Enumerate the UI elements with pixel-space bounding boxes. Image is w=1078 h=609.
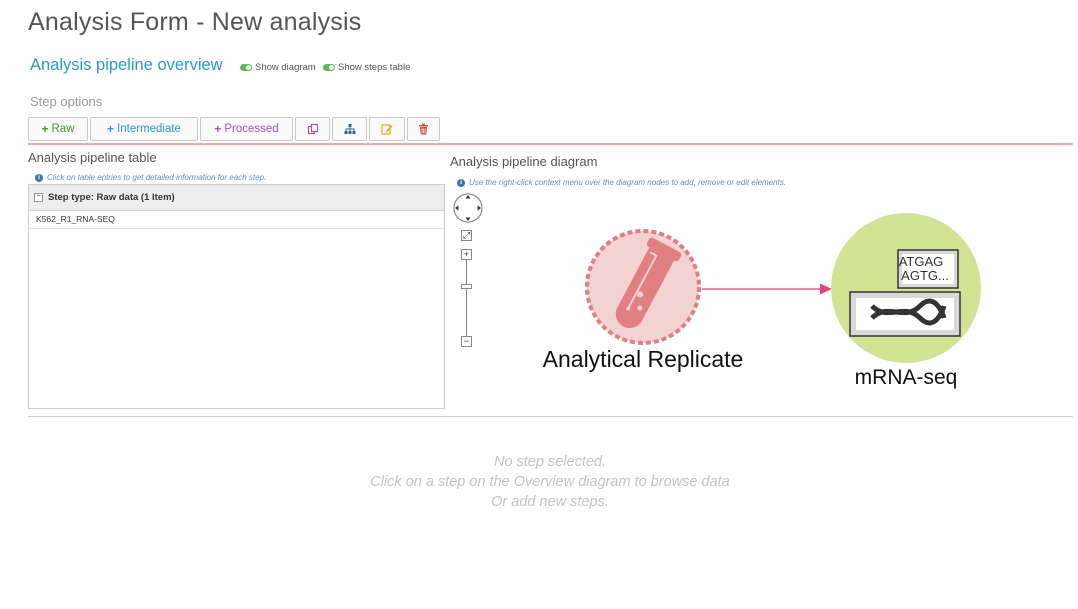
add-raw-button[interactable]: + Raw xyxy=(28,117,88,141)
empty-state-line-3: Or add new steps. xyxy=(491,494,609,510)
empty-state-line-2: Click on a step on the Overview diagram … xyxy=(370,474,730,490)
info-icon: i xyxy=(457,178,465,187)
zoom-out-button[interactable]: − xyxy=(461,336,472,347)
step-options-label: Step options xyxy=(30,94,103,109)
collapse-icon[interactable]: − xyxy=(34,193,43,202)
row-name: K562_R1_RNA-SEQ xyxy=(36,214,115,224)
edit-step-button[interactable] xyxy=(369,117,405,141)
copy-step-button[interactable] xyxy=(295,117,330,141)
show-steps-table-label: Show steps table xyxy=(338,62,411,73)
node-label-analytical-replicate: Analytical Replicate xyxy=(543,346,744,372)
table-row[interactable]: K562_R1_RNA-SEQ xyxy=(29,210,444,229)
sequence-text-2: AGTG... xyxy=(901,268,949,283)
section-divider xyxy=(28,143,1073,145)
add-intermediate-label: Intermediate xyxy=(117,123,181,135)
diagram-hint: i Use the right-click context menu over … xyxy=(457,178,786,187)
tree-view-button[interactable] xyxy=(332,117,367,141)
fit-view-icon[interactable]: ⤢ xyxy=(461,230,472,241)
delete-step-button[interactable] xyxy=(407,117,440,141)
group-header[interactable]: − Step type: Raw data (1 Item) xyxy=(29,185,444,211)
diagram-title: Analysis pipeline diagram xyxy=(450,154,598,169)
info-icon: i xyxy=(35,173,43,182)
toggle-switch-icon xyxy=(323,64,335,71)
page-title: Analysis Form - New analysis xyxy=(28,8,362,36)
plus-icon: + xyxy=(214,122,222,136)
sitemap-icon xyxy=(344,124,355,134)
add-intermediate-button[interactable]: + Intermediate xyxy=(90,117,198,141)
show-diagram-toggle[interactable]: Show diagram xyxy=(240,62,316,73)
zoom-slider-track[interactable] xyxy=(466,260,467,336)
add-processed-label: Processed xyxy=(224,123,279,135)
plus-icon: + xyxy=(107,122,115,136)
node-mrna-seq[interactable]: ATGAG AGTG... xyxy=(831,213,981,363)
pipeline-diagram-canvas: Analytical Replicate ATGAG AGTG... mRNA-… xyxy=(543,213,981,389)
diagram-hint-text: Use the right-click context menu over th… xyxy=(469,178,787,187)
zoom-in-button[interactable]: + xyxy=(461,249,472,260)
plus-icon: + xyxy=(41,122,49,136)
group-header-label: Step type: Raw data (1 Item) xyxy=(48,192,175,203)
bottom-divider xyxy=(28,416,1073,417)
zoom-slider-thumb[interactable] xyxy=(461,284,472,289)
add-raw-label: Raw xyxy=(51,123,75,135)
node-analytical-replicate[interactable] xyxy=(585,229,701,345)
table-hint: i Click on table entries to get detailed… xyxy=(35,173,266,182)
table-hint-text: Click on table entries to get detailed i… xyxy=(47,173,267,182)
show-steps-table-toggle[interactable]: Show steps table xyxy=(323,62,410,73)
copy-icon xyxy=(307,123,318,135)
toggle-switch-icon xyxy=(240,64,252,71)
edit-icon xyxy=(381,124,393,135)
show-diagram-label: Show diagram xyxy=(255,62,316,73)
pipeline-edge[interactable] xyxy=(702,283,832,295)
overview-title: Analysis pipeline overview xyxy=(30,56,223,74)
add-processed-button[interactable]: + Processed xyxy=(200,117,293,141)
table-title: Analysis pipeline table xyxy=(28,150,157,165)
sequence-text-1: ATGAG xyxy=(899,254,944,269)
empty-state-line-1: No step selected. xyxy=(493,454,607,470)
node-label-mrna-seq: mRNA-seq xyxy=(855,366,958,389)
steps-table: − Step type: Raw data (1 Item) K562_R1_R… xyxy=(28,184,445,409)
trash-icon xyxy=(419,123,428,135)
